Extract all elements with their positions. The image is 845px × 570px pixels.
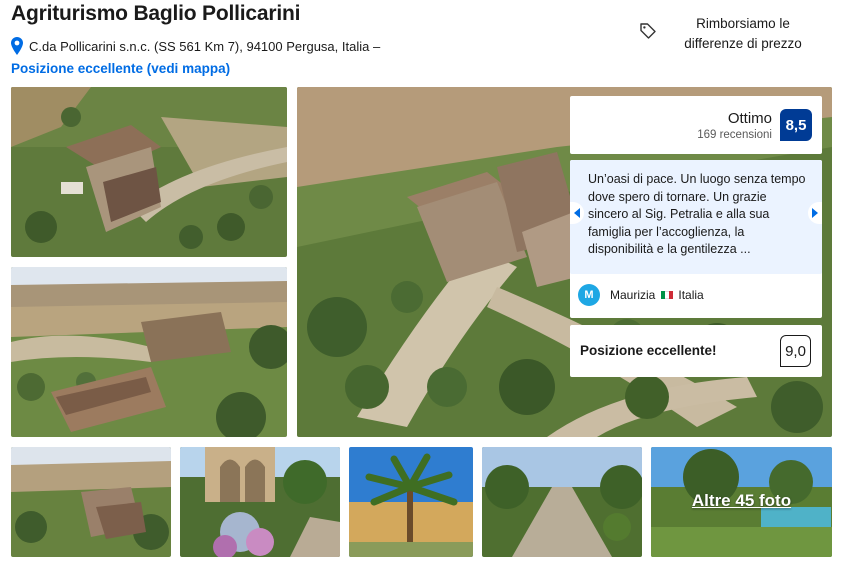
italy-flag-icon — [661, 291, 674, 299]
thumbnail-palm-tree[interactable] — [349, 447, 473, 557]
review-quote-card: Un’oasi di pace. Un luogo senza tempo do… — [570, 160, 822, 318]
photo-aerial-hills[interactable] — [11, 267, 287, 437]
property-title: Agriturismo Baglio Pollicarini — [11, 2, 301, 25]
location-label: Posizione eccellente! — [580, 343, 717, 358]
price-tag-icon — [640, 23, 656, 39]
quote-bubble: Un’oasi di pace. Un luogo senza tempo do… — [570, 160, 822, 274]
price-match-text: Rimborsiamo le differenze di prezzo — [684, 16, 802, 51]
score-word: Ottimo — [727, 110, 772, 127]
reviewer-country: Italia — [678, 288, 704, 302]
map-link[interactable]: Posizione eccellente (vedi mappa) — [11, 61, 230, 76]
reviewer-info: M Maurizia Italia — [578, 284, 704, 306]
chevron-right-icon — [812, 208, 818, 218]
more-photos-link[interactable]: Altre 45 foto — [651, 491, 832, 511]
address-row: C.da Pollicarini s.n.c. (SS 561 Km 7), 9… — [11, 37, 380, 55]
location-score-card[interactable]: Posizione eccellente! 9,0 — [570, 325, 822, 377]
chevron-left-icon — [574, 208, 580, 218]
photo-aerial-farmhouse[interactable] — [11, 87, 287, 257]
next-review-button[interactable] — [808, 202, 822, 224]
review-count: 169 recensioni — [697, 129, 772, 141]
score-badge: 8,5 — [780, 109, 812, 141]
review-score-card[interactable]: Ottimo 169 recensioni 8,5 — [570, 96, 822, 154]
reviewer-name: Maurizia — [610, 288, 656, 302]
avatar: M — [578, 284, 600, 306]
price-match-banner[interactable]: Rimborsiamo le differenze di prezzo — [638, 12, 838, 56]
thumbnail-garden-arch[interactable] — [180, 447, 340, 557]
thumbnail-more-photos[interactable]: Altre 45 foto — [651, 447, 832, 557]
review-quote-text: Un’oasi di pace. Un luogo senza tempo do… — [588, 172, 806, 256]
map-pin-icon — [11, 37, 23, 55]
thumbnail-aerial[interactable] — [11, 447, 171, 557]
address-text: C.da Pollicarini s.n.c. (SS 561 Km 7), 9… — [29, 38, 381, 54]
location-score-badge: 9,0 — [780, 335, 811, 367]
prev-review-button[interactable] — [570, 202, 584, 224]
thumbnail-country-road[interactable] — [482, 447, 642, 557]
